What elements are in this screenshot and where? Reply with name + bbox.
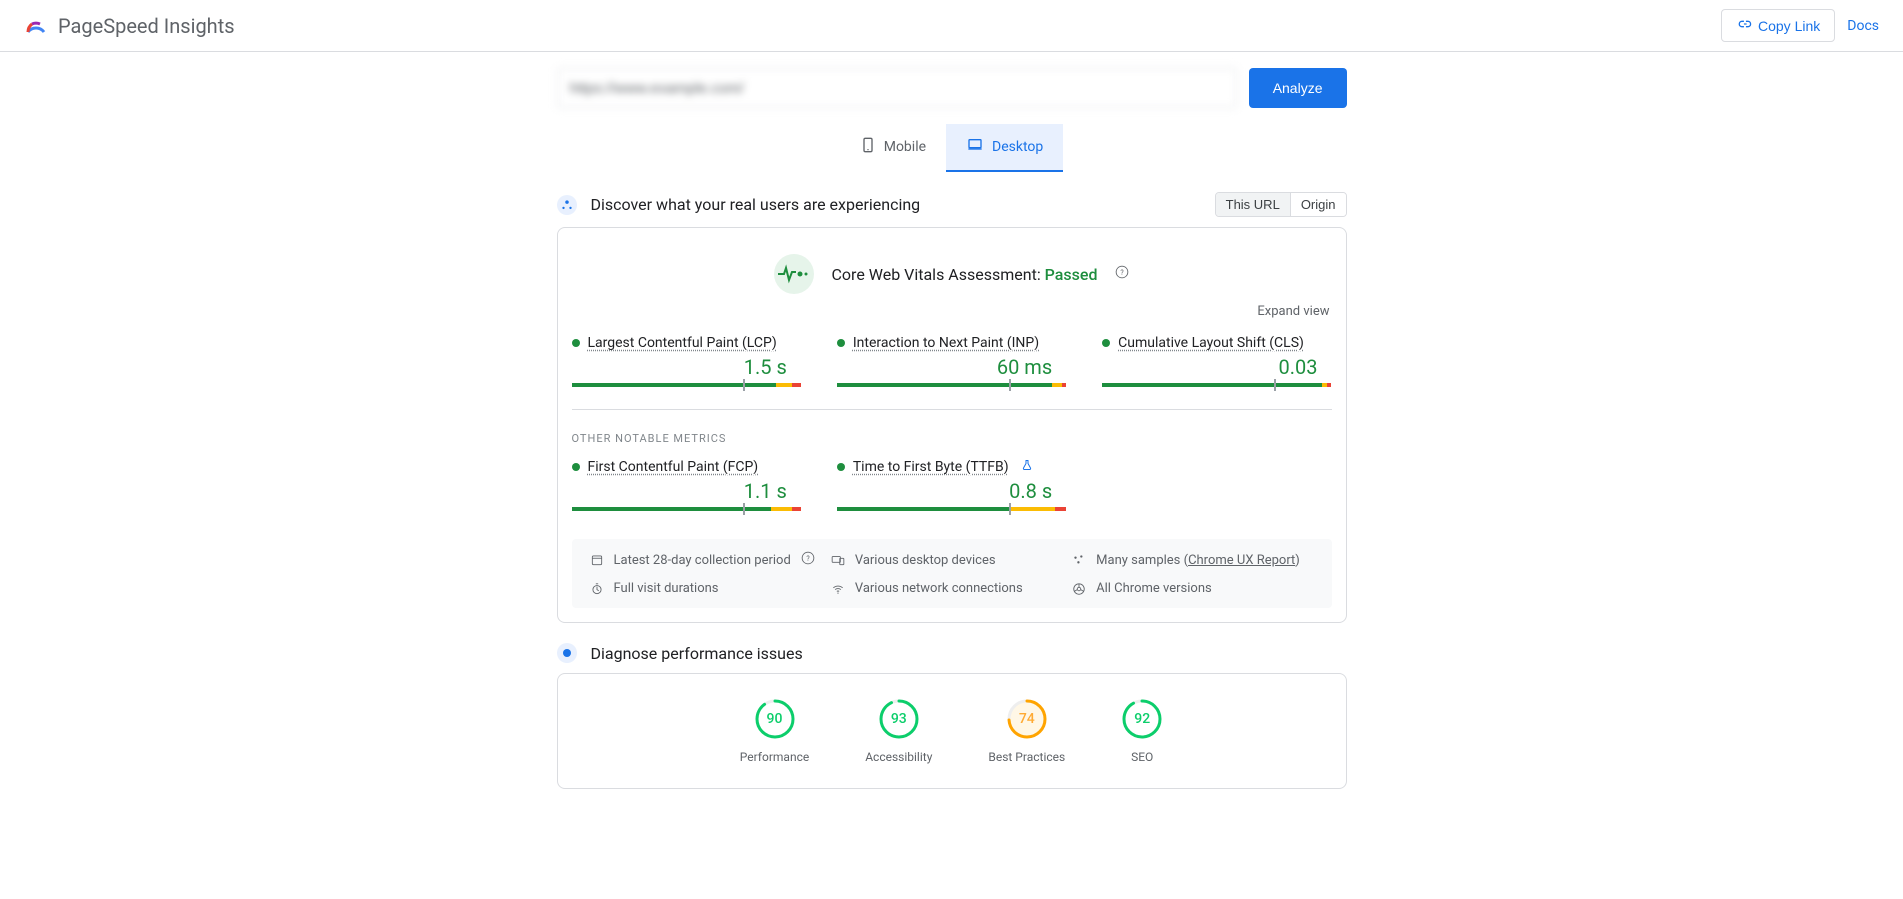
lab-data-icon <box>557 643 577 663</box>
status-dot-icon <box>837 463 845 471</box>
copy-link-button[interactable]: Copy Link <box>1721 9 1835 42</box>
metric-value: 60 ms <box>837 355 1066 379</box>
assessment-label: Core Web Vitals Assessment: <box>832 265 1041 284</box>
info-collection-period: Latest 28-day collection period ? <box>590 551 831 569</box>
scatter-icon <box>1072 553 1086 567</box>
gauge-ring: 92 <box>1121 698 1163 740</box>
copy-link-label: Copy Link <box>1758 18 1820 34</box>
gauge-score: 92 <box>1134 711 1150 727</box>
status-dot-icon <box>572 339 580 347</box>
tab-desktop[interactable]: Desktop <box>946 124 1063 172</box>
pagespeed-logo-icon <box>24 14 48 38</box>
toggle-origin[interactable]: Origin <box>1290 193 1346 216</box>
gauge[interactable]: 90 Performance <box>740 698 809 764</box>
gauge[interactable]: 74 Best Practices <box>988 698 1065 764</box>
status-dot-icon <box>1102 339 1110 347</box>
metric-name[interactable]: Interaction to Next Paint (INP) <box>853 335 1039 351</box>
mobile-icon <box>860 136 876 158</box>
metric: Time to First Byte (TTFB) 0.8 s <box>837 459 1066 511</box>
distribution-bar <box>572 507 801 511</box>
status-dot-icon <box>572 463 580 471</box>
other-metrics-heading: OTHER NOTABLE METRICS <box>558 432 1346 445</box>
metric-value: 0.03 <box>1102 355 1331 379</box>
assessment-status: Passed <box>1045 265 1098 284</box>
svg-text:?: ? <box>1121 269 1125 277</box>
devices-icon <box>831 553 845 567</box>
metric-name[interactable]: Cumulative Layout Shift (CLS) <box>1118 335 1304 351</box>
assessment-text: Core Web Vitals Assessment: Passed <box>832 265 1098 284</box>
analyze-button[interactable]: Analyze <box>1249 68 1347 108</box>
chrome-icon <box>1072 582 1086 596</box>
app-title: PageSpeed Insights <box>58 14 235 38</box>
svg-text:?: ? <box>806 555 810 563</box>
url-input[interactable] <box>557 68 1237 108</box>
metric: Cumulative Layout Shift (CLS) 0.03 <box>1102 335 1331 387</box>
metric-value: 0.8 s <box>837 479 1066 503</box>
chrome-ux-report-link[interactable]: Chrome UX Report <box>1188 553 1295 568</box>
desktop-icon <box>966 137 984 157</box>
gauge-label: Performance <box>740 750 809 764</box>
metric-value: 1.1 s <box>572 479 801 503</box>
help-icon[interactable]: ? <box>1115 265 1129 283</box>
info-devices: Various desktop devices <box>831 551 1072 569</box>
metric-name[interactable]: Largest Contentful Paint (LCP) <box>588 335 777 351</box>
gauge-ring: 93 <box>878 698 920 740</box>
docs-link[interactable]: Docs <box>1847 18 1879 34</box>
gauge-score: 93 <box>891 711 907 727</box>
gauge-ring: 90 <box>754 698 796 740</box>
link-icon <box>1736 16 1752 35</box>
metric-name[interactable]: Time to First Byte (TTFB) <box>853 459 1009 475</box>
distribution-bar <box>837 507 1066 511</box>
field-section-title: Discover what your real users are experi… <box>591 195 921 214</box>
tab-mobile[interactable]: Mobile <box>840 124 946 172</box>
lab-section-title: Diagnose performance issues <box>591 644 803 663</box>
gauge-label: Best Practices <box>988 750 1065 764</box>
metric: Largest Contentful Paint (LCP) 1.5 s <box>572 335 801 387</box>
metric-name[interactable]: First Contentful Paint (FCP) <box>588 459 759 475</box>
info-connections: Various network connections <box>831 581 1072 596</box>
status-dot-icon <box>837 339 845 347</box>
gauge[interactable]: 92 SEO <box>1121 698 1163 764</box>
toggle-this-url[interactable]: This URL <box>1216 193 1290 216</box>
wifi-icon <box>831 582 845 596</box>
stopwatch-icon <box>590 582 604 596</box>
distribution-bar <box>572 383 801 387</box>
expand-view-link[interactable]: Expand view <box>558 304 1346 335</box>
info-samples: Many samples (Chrome UX Report) <box>1072 551 1313 569</box>
tab-desktop-label: Desktop <box>992 139 1043 155</box>
tab-mobile-label: Mobile <box>884 139 926 155</box>
metric-value: 1.5 s <box>572 355 801 379</box>
field-data-icon <box>557 195 577 215</box>
calendar-icon <box>590 553 604 567</box>
gauge-score: 74 <box>1019 711 1035 727</box>
gauge-label: SEO <box>1131 750 1153 764</box>
info-durations: Full visit durations <box>590 581 831 596</box>
flask-icon <box>1021 459 1033 475</box>
info-versions: All Chrome versions <box>1072 581 1313 596</box>
gauge-label: Accessibility <box>865 750 932 764</box>
url-origin-toggle: This URL Origin <box>1215 192 1347 217</box>
gauge-ring: 74 <box>1006 698 1048 740</box>
gauge-score: 90 <box>767 711 783 727</box>
distribution-bar <box>1102 383 1331 387</box>
metric: First Contentful Paint (FCP) 1.1 s <box>572 459 801 511</box>
pulse-icon <box>774 254 814 294</box>
help-icon[interactable]: ? <box>801 551 815 569</box>
distribution-bar <box>837 383 1066 387</box>
gauge[interactable]: 93 Accessibility <box>865 698 932 764</box>
metric: Interaction to Next Paint (INP) 60 ms <box>837 335 1066 387</box>
